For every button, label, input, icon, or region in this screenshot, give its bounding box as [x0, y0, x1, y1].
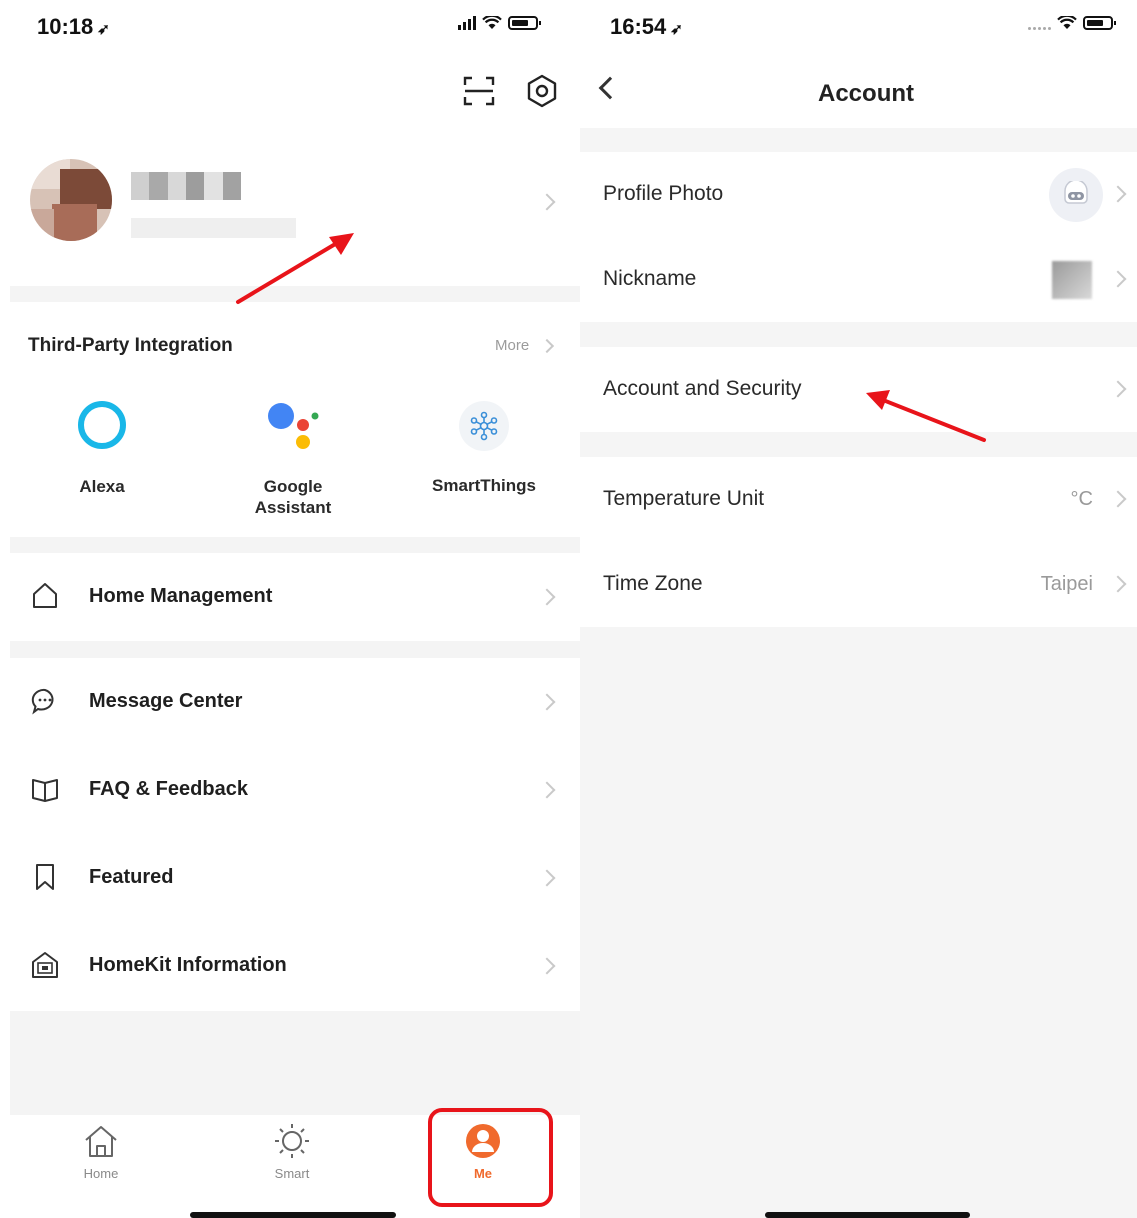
home-indicator: [190, 1212, 396, 1218]
tab-home[interactable]: Home: [51, 1123, 151, 1181]
menu-message-center[interactable]: Message Center: [10, 658, 580, 746]
menu-homekit-information[interactable]: HomeKit Information: [10, 922, 580, 1010]
alexa-icon: [78, 401, 126, 449]
battery-icon: [1083, 16, 1116, 30]
row-label: Account and Security: [603, 377, 802, 400]
row-label: Nickname: [603, 267, 697, 290]
status-time: 16:54: [610, 14, 667, 39]
chat-bubble-icon: [31, 688, 54, 715]
chevron-right-icon: [1109, 575, 1127, 593]
row-profile-photo[interactable]: Profile Photo: [580, 152, 1137, 237]
battery-icon: [508, 16, 541, 30]
row-temperature-unit[interactable]: Temperature Unit °C: [580, 457, 1137, 542]
chevron-right-icon: [1109, 380, 1127, 398]
menu-faq-feedback[interactable]: FAQ & Feedback: [10, 746, 580, 834]
gear-icon[interactable]: [524, 73, 560, 109]
home-icon: [85, 1126, 117, 1157]
account-screen: 16:54 ➶ Account Profile Photo Nickname Ac…: [580, 0, 1137, 1218]
menu-label: Message Center: [89, 690, 243, 712]
signal-dots-icon: [1028, 16, 1051, 30]
row-account-security[interactable]: Account and Security: [580, 347, 1137, 432]
bookmark-icon: [36, 864, 54, 890]
book-icon: [32, 779, 58, 802]
row-value: °C: [1070, 488, 1093, 510]
settings-group-security: Account and Security: [580, 347, 1137, 432]
status-time: 10:18: [37, 14, 94, 39]
more-label: More: [495, 337, 530, 354]
menu-label: Featured: [89, 866, 174, 888]
menu-featured[interactable]: Featured: [10, 834, 580, 922]
highlight-box: [428, 1108, 553, 1207]
chevron-right-icon: [1109, 490, 1127, 508]
house-icon: [33, 583, 57, 608]
settings-group-profile: Profile Photo Nickname: [580, 152, 1137, 322]
location-icon: ➶: [670, 21, 683, 38]
row-value: Taipei: [1040, 573, 1093, 595]
tab-label: Home: [83, 1166, 119, 1181]
status-bar: 16:54 ➶: [580, 0, 1137, 56]
tab-smart[interactable]: Smart: [242, 1123, 342, 1181]
chevron-right-icon: [538, 957, 556, 975]
integration-label: Google: [263, 477, 323, 496]
row-label: Profile Photo: [603, 182, 724, 205]
chevron-right-icon: [1109, 270, 1127, 288]
chevron-right-icon: [538, 193, 556, 211]
third-party-section: Third-Party Integration More Alexa Googl…: [10, 302, 580, 537]
smartthings-icon: [459, 401, 509, 451]
menu-label: FAQ & Feedback: [89, 778, 248, 800]
menu-label: Home Management: [89, 585, 273, 607]
chevron-right-icon: [1109, 185, 1127, 203]
chevron-right-icon: [538, 693, 556, 711]
integration-alexa[interactable]: Alexa: [22, 401, 182, 497]
google-assistant-icon: [268, 403, 319, 449]
tab-bar: Home Smart Me: [10, 1108, 580, 1218]
homekit-icon: [32, 952, 58, 978]
nickname-value: [1052, 261, 1092, 299]
sun-icon: [275, 1124, 309, 1158]
row-label: Temperature Unit: [603, 487, 765, 510]
chevron-right-icon: [538, 588, 556, 606]
settings-group-preferences: Temperature Unit °C Time Zone Taipei: [580, 457, 1137, 627]
me-screen: 10:18 ➶ Third-Party Integration More Ale…: [10, 0, 580, 1218]
third-party-title: Third-Party Integration: [28, 335, 233, 356]
scan-icon[interactable]: [462, 74, 496, 108]
page-title: Account: [818, 80, 914, 107]
row-nickname[interactable]: Nickname: [580, 237, 1137, 322]
menu-group-home: Home Management: [10, 553, 580, 641]
menu-label: HomeKit Information: [89, 954, 287, 976]
location-icon: ➶: [97, 21, 110, 38]
integration-label: SmartThings: [432, 476, 536, 495]
profile-name: [131, 172, 241, 200]
annotation-arrow: [236, 233, 354, 304]
row-time-zone[interactable]: Time Zone Taipei: [580, 542, 1137, 627]
integration-label: Alexa: [79, 477, 125, 496]
integration-label-line2: Assistant: [254, 498, 332, 517]
menu-group-main: Message Center FAQ & Feedback Featured H…: [10, 658, 580, 1011]
row-label: Time Zone: [603, 572, 703, 595]
chevron-right-icon: [539, 338, 555, 354]
wifi-icon: [1057, 16, 1077, 29]
status-bar: 10:18 ➶: [10, 0, 580, 56]
signal-icon: [458, 16, 476, 30]
integration-smartthings[interactable]: SmartThings: [404, 401, 564, 496]
integration-google-assistant[interactable]: Google Assistant: [213, 401, 373, 518]
home-indicator: [765, 1212, 970, 1218]
robot-avatar-icon: [1049, 168, 1103, 222]
chevron-right-icon: [538, 869, 556, 887]
menu-home-management[interactable]: Home Management: [10, 553, 580, 641]
wifi-icon: [482, 16, 502, 29]
avatar: [30, 159, 112, 241]
chevron-right-icon: [538, 781, 556, 799]
nav-bar: Account: [580, 56, 1137, 128]
tab-label: Smart: [274, 1166, 310, 1181]
annotation-arrow: [866, 390, 986, 442]
